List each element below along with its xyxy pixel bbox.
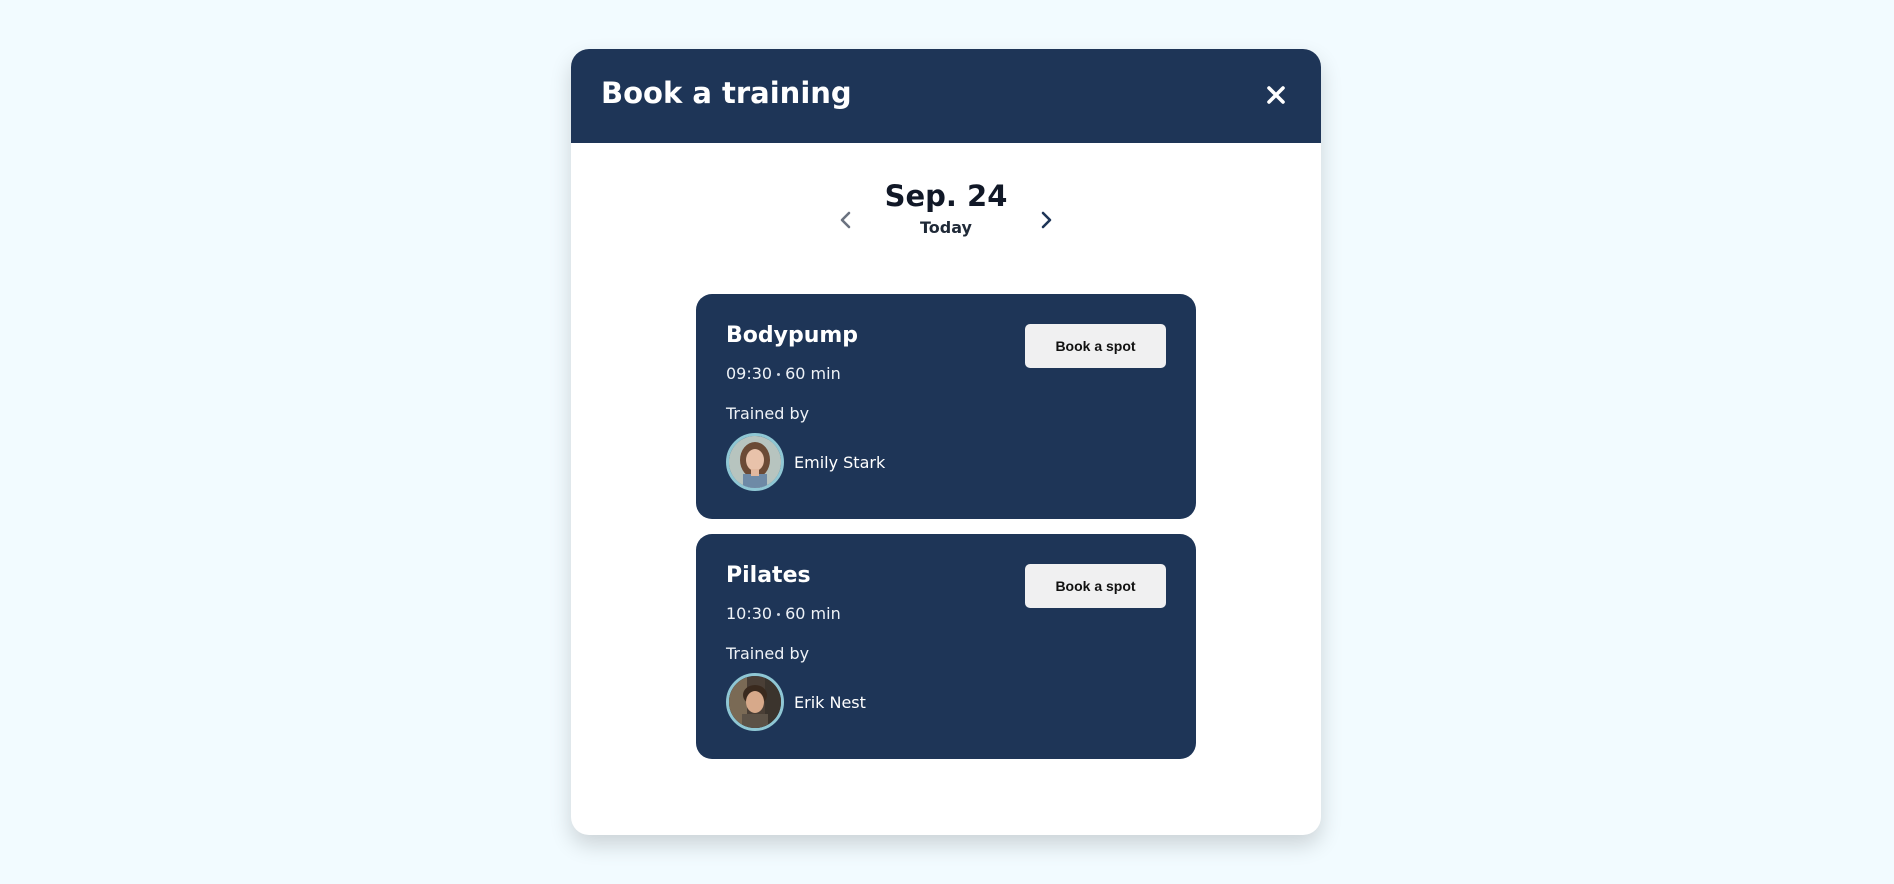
close-button[interactable]: [1259, 78, 1293, 112]
trainer-name: Emily Stark: [794, 452, 886, 472]
next-day-button[interactable]: [1031, 205, 1061, 235]
training-time: 09:30: [726, 364, 773, 383]
current-date: Sep. 24: [884, 179, 1008, 213]
training-meta: 10:30 60 min: [726, 604, 841, 623]
training-duration: 60 min: [785, 604, 841, 623]
training-time: 10:30: [726, 604, 773, 623]
training-duration: 60 min: [785, 364, 841, 383]
trained-by-label: Trained by: [726, 404, 810, 423]
trainer-avatar: [726, 673, 784, 731]
trainer-info: Emily Stark: [726, 433, 885, 491]
book-spot-button[interactable]: Book a spot: [1025, 324, 1166, 368]
trainer-name: Erik Nest: [794, 692, 866, 712]
training-name: Bodypump: [726, 323, 859, 348]
trainer-info: Erik Nest: [726, 673, 866, 731]
chevron-right-icon: [1041, 211, 1052, 229]
date-navigator: Sep. 24 Today: [571, 179, 1321, 259]
book-spot-button[interactable]: Book a spot: [1025, 564, 1166, 608]
date-relative-label: Today: [920, 217, 972, 237]
separator-dot: [777, 612, 781, 616]
training-name: Pilates: [726, 563, 811, 588]
modal-title: Book a training: [601, 76, 852, 110]
booking-modal: Book a training Sep. 24 Today Bodypump 0…: [571, 49, 1321, 835]
close-icon: [1267, 86, 1285, 104]
training-card: Bodypump 09:30 60 min Trained by Emily St…: [696, 294, 1196, 519]
trained-by-label: Trained by: [726, 644, 810, 663]
separator-dot: [777, 372, 781, 376]
trainer-avatar: [726, 433, 784, 491]
date-display: Sep. 24 Today: [846, 179, 1046, 237]
modal-header: Book a training: [571, 49, 1321, 143]
training-card: Pilates 10:30 60 min Trained by Erik Nest…: [696, 534, 1196, 759]
training-meta: 09:30 60 min: [726, 364, 841, 383]
